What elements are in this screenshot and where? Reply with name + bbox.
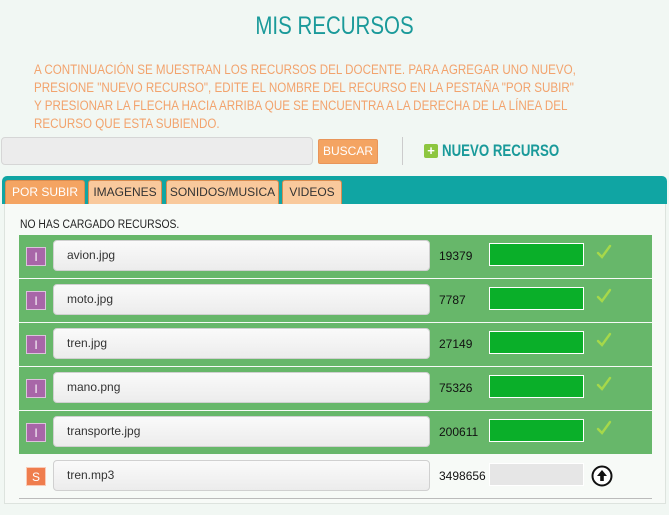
upload-progress-bar (489, 375, 584, 398)
tab-imagenes[interactable]: IMAGENES (88, 180, 162, 204)
check-icon (596, 420, 612, 435)
toolbar-divider (402, 137, 403, 165)
resource-name-input[interactable]: moto.jpg (53, 284, 430, 315)
resource-name-input[interactable]: mano.png (53, 372, 430, 403)
upload-progress-bar (489, 331, 584, 354)
upload-progress-bar (489, 287, 584, 310)
resource-name-input[interactable]: transporte.jpg (53, 416, 430, 447)
image-type-badge: I (26, 335, 46, 354)
new-resource-button[interactable]: + NUEVO RECURSO (424, 141, 592, 161)
resource-row: Stren.mp3 3498656 (19, 455, 652, 499)
tab-por-subir[interactable]: POR SUBIR (5, 180, 85, 204)
image-type-badge: I (26, 423, 46, 442)
resource-name-input[interactable]: avion.jpg (53, 240, 430, 271)
sound-type-badge: S (26, 467, 46, 486)
upload-progress-fill (490, 244, 583, 265)
tab-bar: POR SUBIR IMAGENES SONIDOS/MUSICA VIDEOS (2, 176, 667, 204)
resource-size: 3498656 (439, 469, 486, 483)
resource-size: 27149 (439, 337, 473, 351)
upload-progress-fill (490, 376, 583, 397)
plus-icon: + (424, 144, 438, 158)
page-title: MIS RECURSOS (255, 12, 414, 40)
upload-progress-fill (490, 332, 583, 353)
search-input[interactable] (1, 137, 313, 165)
new-resource-label: NUEVO RECURSO (442, 141, 560, 160)
check-icon (596, 288, 612, 303)
tab-videos[interactable]: VIDEOS (282, 180, 342, 204)
resource-row: Imano.png 75326 (19, 367, 652, 410)
resource-size: 19379 (439, 249, 473, 263)
image-type-badge: I (26, 291, 46, 310)
upload-progress-bar (489, 243, 584, 266)
resource-name-input[interactable]: tren.jpg (53, 328, 430, 359)
resource-row: Itren.jpg 27149 (19, 323, 652, 366)
upload-progress-fill (490, 288, 583, 309)
resource-size: 75326 (439, 381, 473, 395)
resource-size: 7787 (439, 293, 466, 307)
tab-sonidos-musica[interactable]: SONIDOS/MUSICA (166, 180, 279, 204)
search-button[interactable]: BUSCAR (318, 139, 378, 164)
check-icon (596, 376, 612, 391)
resource-row: Imoto.jpg 7787 (19, 279, 652, 322)
upload-arrow-icon[interactable] (591, 465, 613, 487)
image-type-badge: I (26, 379, 46, 398)
intro-text: A CONTINUACIÓN SE MUESTRAN LOS RECURSOS … (34, 62, 576, 131)
resource-name-input[interactable]: tren.mp3 (53, 460, 430, 491)
resource-list: Iavion.jpg 19379 Imoto.jpg 7787 Itren.jpg 271… (19, 235, 652, 500)
resource-row: Iavion.jpg 19379 (19, 235, 652, 278)
upload-progress-bar (489, 419, 584, 442)
empty-message: NO HAS CARGADO RECURSOS. (20, 219, 180, 231)
upload-progress-fill (490, 420, 583, 441)
check-icon (596, 244, 612, 259)
resource-size: 200611 (439, 425, 479, 439)
upload-progress-bar (489, 463, 584, 486)
check-icon (596, 332, 612, 347)
image-type-badge: I (26, 247, 46, 266)
resource-row: Itransporte.jpg 200611 (19, 411, 652, 454)
